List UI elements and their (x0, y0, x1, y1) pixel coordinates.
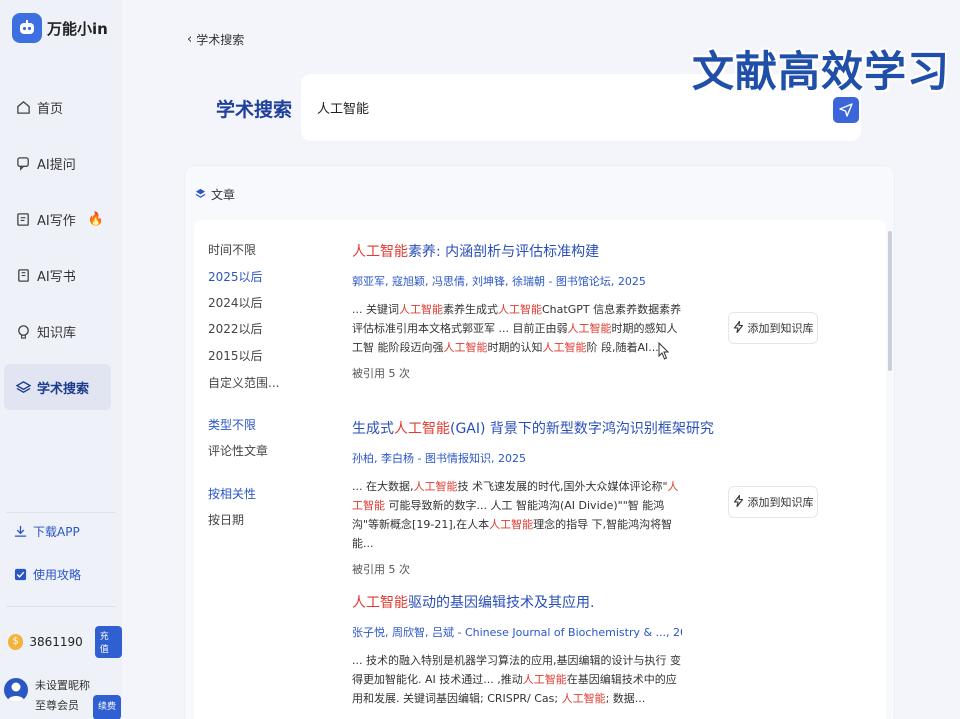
nav-label: 知识库 (37, 325, 77, 341)
app-name: 万能小in (47, 19, 108, 38)
avatar (4, 678, 28, 702)
result-title[interactable]: 人工智能素养: 内涵剖析与评估标准构建 (352, 241, 682, 261)
back-button[interactable]: ‹ 学术搜索 (187, 31, 244, 48)
checklist-icon (14, 568, 28, 582)
user-profile[interactable]: 未设置昵称 至尊会员 续费 (4, 676, 122, 719)
add-to-knowledge-button[interactable]: 添加到知识库 (728, 312, 818, 344)
nav-label: 学术搜索 (37, 381, 90, 397)
filter-time-custom[interactable]: 自定义范围... (208, 374, 279, 391)
sidebar-divider (6, 606, 116, 607)
result-snippet: ... 在大数据,人工智能技 术飞速发展的时代,国外大众媒体评论称"人工智能 可… (352, 480, 679, 550)
lightning-icon (733, 494, 744, 510)
result-snippet: ... 关键词人工智能素养生成式人工智能ChatGPT 信息素养数据素养评估标准… (352, 303, 682, 354)
lightning-icon (733, 320, 744, 336)
filter-time-any[interactable]: 时间不限 (208, 241, 256, 258)
chevron-left-icon: ‹ (187, 32, 193, 47)
nav-label: AI提问 (37, 157, 76, 173)
add-label: 添加到知识库 (747, 496, 814, 509)
guide-link[interactable]: 使用攻略 (14, 566, 81, 583)
tab-label: 文章 (211, 188, 236, 202)
nav-ai-book[interactable]: AI写书 (4, 252, 111, 298)
sort-relevance[interactable]: 按相关性 (208, 485, 256, 502)
sidebar-divider (6, 512, 116, 513)
result-snippet: ... 技术的融入特别是机器学习算法的应用,基因编辑的设计与执行 变得更加智能化… (352, 654, 681, 705)
result-cited-count[interactable]: 被引用 5 次 (352, 365, 682, 381)
book-icon (15, 267, 31, 283)
home-icon (15, 99, 31, 115)
filter-time-2015[interactable]: 2015以后 (208, 347, 263, 364)
result-cited-count[interactable]: 被引用 5 次 (352, 561, 682, 577)
nav-academic-search[interactable]: 学术搜索 (4, 364, 111, 410)
result-title[interactable]: 人工智能驱动的基因编辑技术及其应用. (352, 592, 682, 612)
nav-label: AI写书 (37, 269, 76, 285)
nav-label: AI写作 (37, 213, 76, 229)
renew-button[interactable]: 续费 (93, 695, 122, 719)
nav-label: 首页 (37, 101, 64, 117)
result-authors[interactable]: 郭亚军, 寇旭颖, 冯思倩, 刘坤锋, 徐瑞朝 - 图书馆论坛, 2025 (352, 273, 682, 289)
filter-type-review[interactable]: 评论性文章 (208, 442, 268, 459)
layers-icon (195, 188, 206, 202)
coin-balance: $ 3861190 充值 (8, 626, 122, 658)
sort-date[interactable]: 按日期 (208, 511, 244, 528)
fire-icon: 🔥 (87, 211, 104, 227)
result-title[interactable]: 生成式人工智能(GAI) 背景下的新型数字鸿沟识别框架研究 (352, 418, 714, 438)
chat-icon (15, 155, 31, 171)
filter-time-2022[interactable]: 2022以后 (208, 320, 263, 337)
coin-amount: 3861190 (29, 635, 83, 649)
mouse-cursor-icon (658, 341, 670, 364)
nav-knowledge[interactable]: 知识库 (4, 308, 111, 354)
promo-watermark: 文献高效学习 (692, 47, 951, 96)
nav-ai-write[interactable]: AI写作 🔥 (4, 196, 111, 242)
scrollbar-thumb[interactable] (888, 231, 892, 371)
guide-label: 使用攻略 (33, 568, 82, 582)
layers-icon (15, 379, 31, 395)
result-authors[interactable]: 张子悦, 周欣智, 吕斌 - Chinese Journal of Bioche… (352, 624, 682, 640)
send-icon (839, 103, 853, 117)
add-to-knowledge-button[interactable]: 添加到知识库 (728, 486, 818, 518)
result-item: 人工智能素养: 内涵剖析与评估标准构建 郭亚军, 寇旭颖, 冯思倩, 刘坤锋, … (352, 241, 682, 381)
robot-icon (12, 13, 42, 43)
filter-type-any[interactable]: 类型不限 (208, 416, 256, 433)
knowledge-icon (15, 323, 31, 339)
page-title: 学术搜索 (216, 99, 293, 121)
filter-time-2025[interactable]: 2025以后 (208, 268, 263, 285)
sidebar: 万能小in 首页 AI提问 AI写作 🔥 AI写书 知识库 学术搜索 下载APP… (0, 0, 122, 719)
download-icon (14, 525, 28, 539)
download-app-link[interactable]: 下载APP (14, 523, 80, 540)
nav-home[interactable]: 首页 (4, 84, 111, 130)
app-logo[interactable]: 万能小in (12, 13, 108, 43)
download-app-label: 下载APP (33, 525, 80, 539)
coin-icon: $ (8, 634, 24, 650)
back-label: 学术搜索 (196, 33, 245, 47)
filter-time-2024[interactable]: 2024以后 (208, 294, 263, 311)
result-item: 人工智能驱动的基因编辑技术及其应用. 张子悦, 周欣智, 吕斌 - Chines… (352, 592, 682, 708)
nav-ai-ask[interactable]: AI提问 (4, 140, 111, 186)
result-authors[interactable]: 孙柏, 李白杨 - 图书情报知识, 2025 (352, 450, 682, 466)
edit-icon (15, 211, 31, 227)
result-item: 生成式人工智能(GAI) 背景下的新型数字鸿沟识别框架研究 孙柏, 李白杨 - … (352, 418, 714, 577)
tab-articles[interactable]: 文章 (195, 186, 235, 203)
user-nickname: 未设置昵称 (35, 679, 90, 692)
add-label: 添加到知识库 (747, 322, 814, 335)
recharge-button[interactable]: 充值 (94, 626, 122, 658)
member-level: 至尊会员 (35, 699, 79, 712)
search-send-button[interactable] (833, 97, 859, 123)
